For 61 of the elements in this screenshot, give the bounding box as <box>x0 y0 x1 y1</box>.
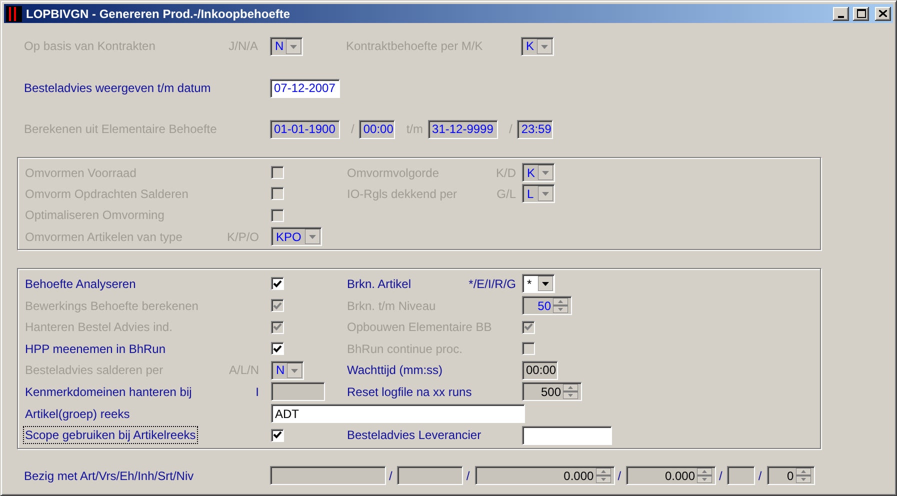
caret-icon <box>538 276 553 292</box>
field-label: Besteladvies Leverancier <box>347 428 482 442</box>
stepper-icon[interactable] <box>563 384 578 400</box>
spin-field[interactable]: 500 <box>522 382 582 402</box>
code-hint: I <box>256 384 259 399</box>
field-label: Besteladvies weergeven t/m datum <box>24 81 211 95</box>
time-field[interactable]: 00:00 <box>522 360 558 380</box>
minimize-button[interactable] <box>833 6 849 20</box>
checkbox[interactable] <box>271 428 284 442</box>
separator-text: / <box>719 468 722 483</box>
date-field[interactable]: 07-12-2007 <box>270 78 340 98</box>
caret-icon <box>286 38 301 54</box>
close-button[interactable] <box>875 6 891 20</box>
stepper-icon[interactable] <box>596 468 611 484</box>
caret-icon <box>538 186 553 202</box>
separator-text: / <box>509 122 512 136</box>
window-title: LOPBIVGN - Genereren Prod.-/Inkoopbehoefte <box>26 6 292 20</box>
app-icon <box>6 6 22 22</box>
separator-text: / <box>466 468 470 483</box>
spin-field[interactable]: 0 <box>766 466 815 486</box>
field-label: Reset logfile na xx runs <box>347 384 472 399</box>
input-field[interactable] <box>727 466 756 486</box>
checkmark-icon <box>273 302 282 310</box>
checkbox[interactable] <box>271 277 284 290</box>
field-label: Wachttijd (mm:ss) <box>347 363 443 378</box>
minimize-icon <box>838 16 844 18</box>
separator-text: / <box>758 468 762 483</box>
maximize-icon <box>856 9 866 18</box>
input-field[interactable] <box>397 466 464 486</box>
separator-text: / <box>618 468 622 483</box>
maximize-button[interactable] <box>853 6 869 20</box>
field-label: Scope gebruiken bij Artikelreeks <box>25 428 196 442</box>
separator-text: / <box>351 122 354 136</box>
field-label: Bezig met Art/Vrs/Eh/Inh/Srt/Niv <box>24 468 195 483</box>
checkmark-icon <box>273 344 282 353</box>
code-hint: */E/I/R/G <box>468 276 516 291</box>
stepper-icon[interactable] <box>697 468 712 484</box>
spin-field[interactable]: 0.000 <box>474 466 615 486</box>
input-field[interactable] <box>522 426 612 445</box>
spin-field[interactable]: 0.000 <box>626 466 716 486</box>
checkmark-icon <box>273 323 282 332</box>
input-field[interactable] <box>270 466 386 486</box>
field-label: Artikel(groep) reeks <box>25 406 130 421</box>
checkbox[interactable] <box>271 342 284 356</box>
caret-icon <box>305 229 320 244</box>
field-label: Behoefte Analyseren <box>25 276 136 291</box>
input-field[interactable] <box>271 382 325 402</box>
field-label: Brkn. Artikel <box>347 276 412 291</box>
checkmark-icon <box>524 323 533 332</box>
separator-text: / <box>389 468 392 483</box>
close-icon <box>879 10 887 17</box>
stepper-icon[interactable] <box>796 468 811 484</box>
field-label: HPP meenemen in BhRun <box>25 342 166 356</box>
input-field[interactable]: ADT <box>271 404 525 424</box>
dropdown[interactable]: * <box>522 274 555 294</box>
checkmark-icon <box>273 280 282 288</box>
caret-icon <box>287 362 302 378</box>
caret-icon <box>538 165 553 180</box>
checkmark-icon <box>273 431 282 440</box>
field-label: Kenmerkdomeinen hanteren bij <box>25 384 192 399</box>
caret-icon <box>537 38 552 54</box>
